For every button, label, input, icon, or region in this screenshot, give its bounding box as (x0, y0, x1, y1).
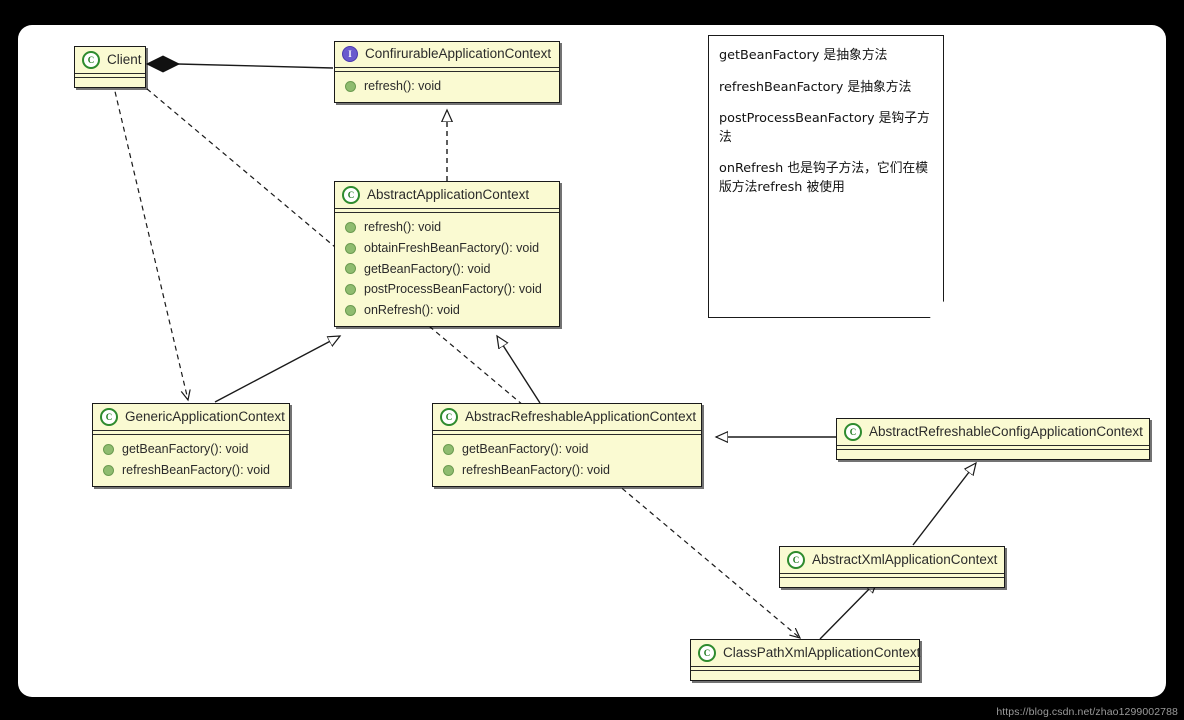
member-label: onRefresh(): void (364, 303, 460, 317)
note-box: getBeanFactory 是抽象方法 refreshBeanFactory … (708, 35, 944, 318)
class-title-abstract-application-context: C AbstractApplicationContext (335, 182, 559, 208)
class-box-abstract-refreshable-config-application-context[interactable]: C AbstractRefreshableConfigApplicationCo… (836, 418, 1150, 460)
interface-icon: I (342, 46, 358, 63)
member-label: refresh(): void (364, 220, 442, 234)
method-icon (443, 464, 454, 476)
method-icon (345, 80, 356, 92)
class-members-generic-application-context: getBeanFactory(): void refreshBeanFactor… (93, 435, 289, 486)
class-title-class-path-xml-application-context: C ClassPathXmlApplicationContext (691, 640, 921, 666)
member-label: refreshBeanFactory(): void (462, 462, 610, 477)
method-icon (103, 443, 114, 455)
class-members-configurable-application-context: refresh(): void (335, 72, 559, 102)
class-members-abstract-application-context: refresh(): void obtainFreshBeanFactory()… (335, 213, 559, 326)
class-title-configurable-application-context: I ConfirurableApplicationContext (335, 42, 559, 67)
class-icon: C (82, 51, 100, 69)
class-name-label: ConfirurableApplicationContext (365, 46, 552, 61)
class-members-client (75, 78, 145, 87)
class-box-abstract-xml-application-context[interactable]: C AbstractXmlApplicationContext (779, 546, 1005, 588)
note-line: postProcessBeanFactory 是钩子方法 (719, 111, 930, 145)
member-label: getBeanFactory(): void (462, 442, 589, 456)
class-icon: C (787, 551, 805, 569)
method-icon (345, 263, 356, 275)
method-icon (345, 284, 356, 296)
class-members-abstract-refreshable-application-context: getBeanFactory(): void refreshBeanFactor… (433, 435, 701, 486)
class-name-label: AbstractXmlApplicationContext (812, 551, 998, 567)
class-title-client: C Client (75, 47, 145, 73)
member-label: obtainFreshBeanFactory(): void (364, 240, 540, 255)
member-row: refresh(): void (339, 217, 555, 238)
member-label: refresh(): void (364, 78, 442, 93)
class-icon: C (342, 186, 360, 204)
note-line: getBeanFactory 是抽象方法 (719, 48, 888, 63)
member-row: getBeanFactory(): void (339, 259, 555, 280)
member-label: getBeanFactory(): void (364, 261, 491, 276)
class-box-client[interactable]: C Client (74, 46, 146, 88)
class-members-class-path-xml-application-context (691, 671, 919, 680)
method-icon (345, 221, 356, 233)
member-row: getBeanFactory(): void (437, 439, 697, 460)
class-icon: C (698, 644, 716, 662)
method-icon (103, 464, 114, 476)
member-row: onRefresh(): void (339, 300, 555, 321)
note-line: refreshBeanFactory 是抽象方法 (719, 79, 912, 95)
class-box-abstract-refreshable-application-context[interactable]: C AbstracRefreshableApplicationContext g… (432, 403, 702, 487)
class-name-label: Client (107, 51, 142, 67)
member-row: refreshBeanFactory(): void (97, 460, 285, 481)
note-line: onRefresh 也是钩子方法，它们在模版方法refresh 被使用 (719, 161, 929, 195)
member-row: getBeanFactory(): void (97, 439, 285, 460)
member-row: obtainFreshBeanFactory(): void (339, 238, 555, 259)
class-icon: C (440, 408, 458, 426)
class-members-abstract-refreshable-config-application-context (837, 450, 1149, 459)
class-title-generic-application-context: C GenericApplicationContext (93, 404, 289, 430)
class-box-abstract-application-context[interactable]: C AbstractApplicationContext refresh(): … (334, 181, 560, 327)
class-icon: C (844, 423, 862, 441)
class-name-label: AbstractRefreshableConfigApplicationCont… (869, 423, 1143, 439)
class-box-configurable-application-context[interactable]: I ConfirurableApplicationContext refresh… (334, 41, 560, 103)
class-title-abstract-refreshable-config-application-context: C AbstractRefreshableConfigApplicationCo… (837, 419, 1149, 445)
method-icon (443, 443, 454, 455)
class-name-label: AbstracRefreshableApplicationContext (465, 408, 697, 424)
class-title-abstract-xml-application-context: C AbstractXmlApplicationContext (780, 547, 1004, 573)
member-row: refreshBeanFactory(): void (437, 460, 697, 481)
class-box-class-path-xml-application-context[interactable]: C ClassPathXmlApplicationContext (690, 639, 920, 681)
class-members-abstract-xml-application-context (780, 578, 1004, 587)
member-row: postProcessBeanFactory(): void (339, 279, 555, 300)
member-label: refreshBeanFactory(): void (122, 462, 270, 477)
class-box-generic-application-context[interactable]: C GenericApplicationContext getBeanFacto… (92, 403, 290, 487)
class-title-abstract-refreshable-application-context: C AbstracRefreshableApplicationContext (433, 404, 701, 430)
member-label: getBeanFactory(): void (122, 442, 249, 456)
diagram-canvas (18, 25, 1166, 697)
class-name-label: ClassPathXmlApplicationContext (723, 644, 921, 660)
method-icon (345, 242, 356, 254)
member-label: postProcessBeanFactory(): void (364, 282, 542, 297)
member-row: refresh(): void (339, 76, 555, 97)
class-name-label: AbstractApplicationContext (367, 186, 530, 202)
watermark-label: https://blog.csdn.net/zhao1299002788 (996, 706, 1178, 718)
class-icon: C (100, 408, 118, 426)
method-icon (345, 304, 356, 316)
class-name-label: GenericApplicationContext (125, 408, 285, 424)
